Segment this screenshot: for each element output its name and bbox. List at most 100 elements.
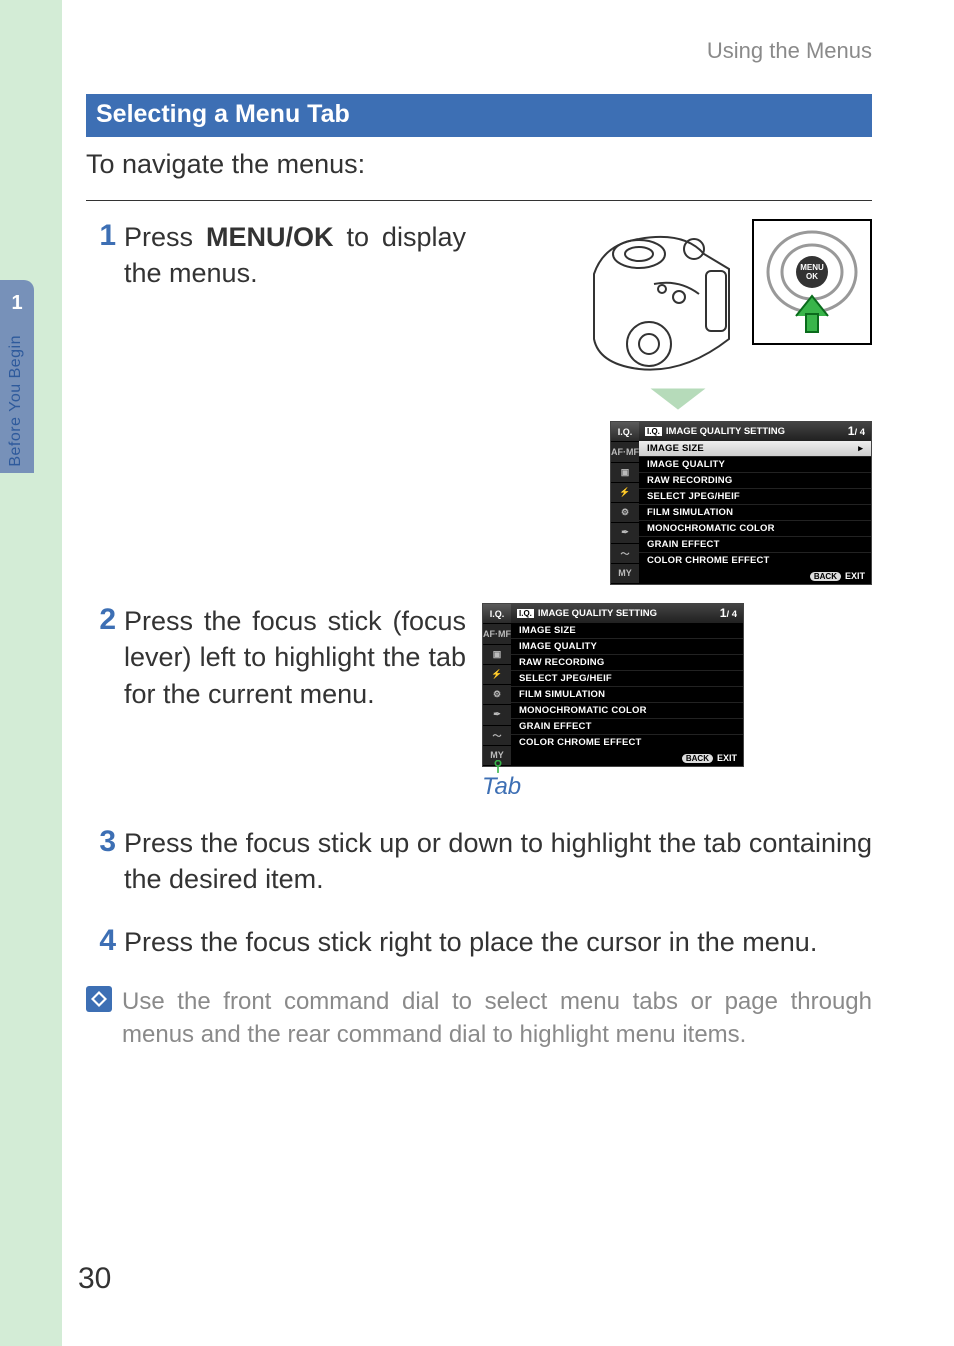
step-2-row: 2 Press the focus stick (focus lever) le… <box>86 603 872 801</box>
menu-screenshot-2: I.Q.AF·MF▣⚡⚙✒〜MYI.Q.IMAGE QUALITY SETTIN… <box>482 603 744 767</box>
menu-item-label: IMAGE QUALITY <box>647 459 725 470</box>
menu-item-label: COLOR CHROME EFFECT <box>519 737 642 748</box>
menu-tab-icon: ⚡ <box>483 665 511 685</box>
step-number: 2 <box>86 603 124 636</box>
menu-item-label: IMAGE SIZE <box>647 443 704 454</box>
menu-item-row: GRAIN EFFECT <box>511 718 743 734</box>
menu-tab-icon: 〜 <box>611 544 639 564</box>
step-text: Press the focus stick (focus lever) left… <box>124 603 466 712</box>
menu-item-label: GRAIN EFFECT <box>519 721 592 732</box>
menu-item-row: FILM SIMULATION <box>639 504 871 520</box>
menu-tab-icon: ⚡ <box>611 483 639 503</box>
camera-line-art <box>584 219 744 379</box>
menu-tab-icon: I.Q. <box>611 422 639 442</box>
step-number: 1 <box>86 219 124 252</box>
menu-item-row: COLOR CHROME EFFECT <box>511 734 743 750</box>
chapter-label: Before You Begin <box>0 321 32 473</box>
menu-ok-button-panel: MENU OK <box>752 219 872 345</box>
step-number: 3 <box>86 825 124 858</box>
menu-tab-icon: ▣ <box>483 645 511 665</box>
menu-item-label: GRAIN EFFECT <box>647 539 720 550</box>
menu-header-title: IMAGE QUALITY SETTING <box>666 426 785 437</box>
menu-item-label: FILM SIMULATION <box>647 507 733 518</box>
svg-text:MENU: MENU <box>800 263 824 272</box>
svg-text:OK: OK <box>806 272 818 281</box>
menu-item-label: RAW RECORDING <box>647 475 732 486</box>
tab-caption: Tab <box>482 773 521 801</box>
menu-item-row: IMAGE SIZE ▸ <box>639 440 871 456</box>
menu-item-row: FILM SIMULATION <box>511 686 743 702</box>
chapter-number: 1 <box>0 280 34 321</box>
back-pill: BACK <box>682 754 713 763</box>
step-1: 1 Press MENU/OK to display the menus. <box>86 219 466 292</box>
menu-item-label: MONOCHROMATIC COLOR <box>647 523 775 534</box>
step-2: 2 Press the focus stick (focus lever) le… <box>86 603 466 712</box>
keyword-menu-ok: MENU/OK <box>206 222 334 252</box>
tip-text: Use the front command dial to select men… <box>122 986 872 1051</box>
menu-item-label: RAW RECORDING <box>519 657 604 668</box>
tab-pointer-icon <box>491 760 505 774</box>
menu-tab-icon: ⚙ <box>483 685 511 705</box>
menu-item-row: IMAGE SIZE <box>511 622 743 638</box>
step-3: 3 Press the focus stick up or down to hi… <box>86 825 872 898</box>
menu-item-row: IMAGE QUALITY <box>511 638 743 654</box>
step-1-illustration: MENU OK <box>484 219 872 585</box>
menu-item-row: IMAGE QUALITY <box>639 456 871 472</box>
menu-tab-icon: 〜 <box>483 726 511 746</box>
step-2-illustration: I.Q.AF·MF▣⚡⚙✒〜MYI.Q.IMAGE QUALITY SETTIN… <box>482 603 872 801</box>
flow-arrow-down-icon <box>484 385 872 413</box>
menu-page-indicator: 1/ 4 <box>848 424 865 438</box>
menu-item-label: IMAGE QUALITY <box>519 641 597 652</box>
exit-label: EXIT <box>845 571 865 581</box>
menu-header-badge: I.Q. <box>517 609 534 618</box>
menu-page-indicator: 1/ 4 <box>720 606 737 620</box>
menu-header-title: IMAGE QUALITY SETTING <box>538 608 657 619</box>
menu-item-row: MONOCHROMATIC COLOR <box>511 702 743 718</box>
step-1-row: 1 Press MENU/OK to display the menus. <box>86 219 872 585</box>
page-number: 30 <box>78 1262 111 1296</box>
step-text: Press the focus stick right to place the… <box>124 924 872 960</box>
left-sidebar: 1 Before You Begin <box>0 0 62 1346</box>
divider <box>86 200 872 201</box>
section-heading: Selecting a Menu Tab <box>86 94 872 137</box>
menu-tab-icon: MY <box>611 564 639 584</box>
step-text: Press the focus stick up or down to high… <box>124 825 872 898</box>
menu-tab-icon: AF·MF <box>611 442 639 462</box>
menu-item-label: COLOR CHROME EFFECT <box>647 555 770 566</box>
step-number: 4 <box>86 924 124 957</box>
menu-item-row: GRAIN EFFECT <box>639 536 871 552</box>
running-head: Using the Menus <box>86 38 872 64</box>
back-pill: BACK <box>810 572 841 581</box>
exit-label: EXIT <box>717 753 737 763</box>
menu-item-row: SELECT JPEG/HEIF <box>511 670 743 686</box>
chapter-tab: 1 Before You Begin <box>0 280 34 473</box>
chevron-right-icon: ▸ <box>858 443 863 454</box>
menu-tab-icon: AF·MF <box>483 624 511 644</box>
menu-item-label: SELECT JPEG/HEIF <box>519 673 612 684</box>
menu-tab-icon: ✒ <box>483 705 511 725</box>
menu-tab-icon: ▣ <box>611 463 639 483</box>
menu-item-row: RAW RECORDING <box>511 654 743 670</box>
intro-text: To navigate the menus: <box>86 149 872 180</box>
menu-item-label: MONOCHROMATIC COLOR <box>519 705 647 716</box>
step-text: Press MENU/OK to display the menus. <box>124 219 466 292</box>
menu-item-row: RAW RECORDING <box>639 472 871 488</box>
menu-tab-icon: ⚙ <box>611 503 639 523</box>
menu-screenshot-1: I.Q.AF·MF▣⚡⚙✒〜MYI.Q.IMAGE QUALITY SETTIN… <box>610 421 872 585</box>
camera-illustration-group: MENU OK <box>484 219 872 379</box>
page-content: Using the Menus Selecting a Menu Tab To … <box>62 0 954 1346</box>
menu-item-label: FILM SIMULATION <box>519 689 605 700</box>
tip-note: Use the front command dial to select men… <box>86 986 872 1051</box>
menu-header-badge: I.Q. <box>645 427 662 436</box>
menu-tab-icon: I.Q. <box>483 604 511 624</box>
step-4: 4 Press the focus stick right to place t… <box>86 924 872 960</box>
menu-item-label: IMAGE SIZE <box>519 625 576 636</box>
tip-icon <box>86 986 112 1012</box>
menu-item-row: SELECT JPEG/HEIF <box>639 488 871 504</box>
menu-item-row: MONOCHROMATIC COLOR <box>639 520 871 536</box>
menu-ok-button-icon: MENU OK <box>762 228 862 336</box>
menu-item-row: COLOR CHROME EFFECT <box>639 552 871 568</box>
step-pre: Press <box>124 222 206 252</box>
menu-item-label: SELECT JPEG/HEIF <box>647 491 740 502</box>
menu-tab-icon: ✒ <box>611 523 639 543</box>
